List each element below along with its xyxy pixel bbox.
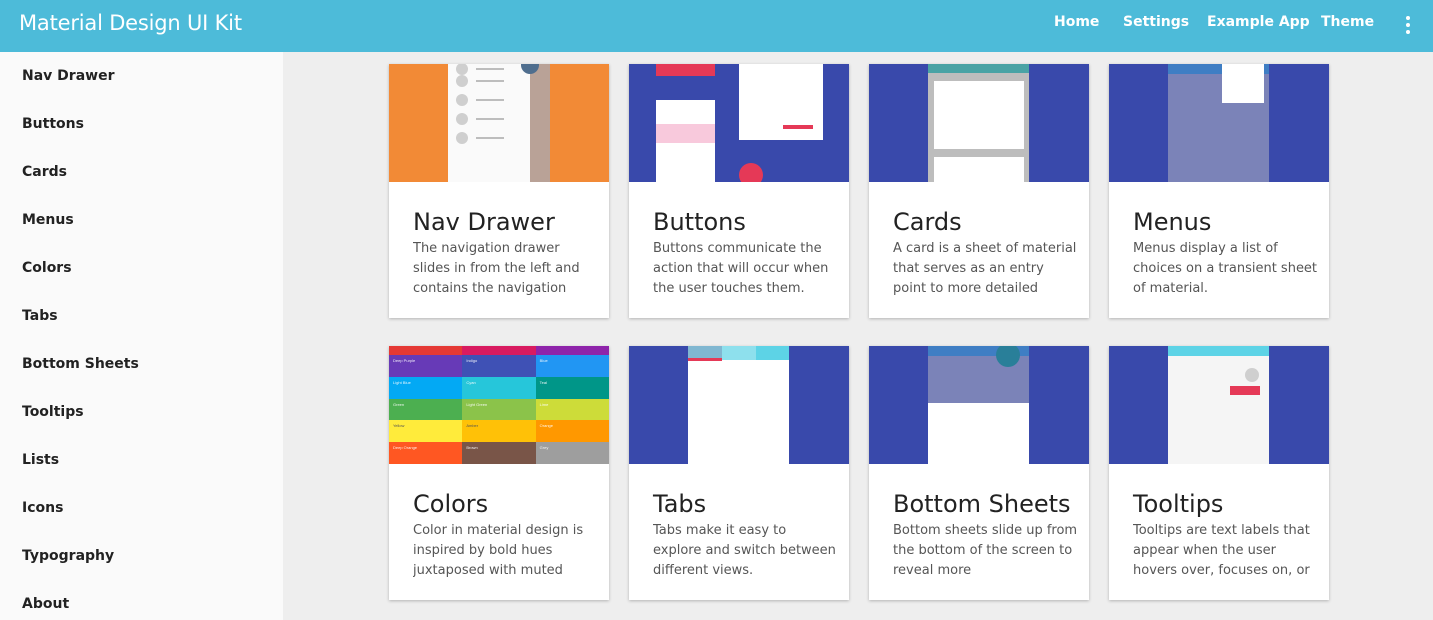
card-title: Colors [413, 490, 489, 518]
sidebar-item-menus[interactable]: Menus [22, 212, 74, 228]
swatch-label: Brown [462, 442, 536, 464]
card-buttons[interactable]: Buttons Buttons communicate the action t… [629, 64, 849, 318]
card-description: Color in material design is inspired by … [413, 523, 584, 578]
sidebar-item-bottom-sheets[interactable]: Bottom Sheets [22, 356, 139, 372]
sidebar-item-icons[interactable]: Icons [22, 500, 63, 516]
swatch-label: Lime [535, 398, 609, 421]
sidebar: Nav Drawer Buttons Cards Menus Colors Ta… [0, 52, 283, 620]
color-swatch-grid: Deep Purple Indigo Blue Light Blue Cyan … [389, 346, 609, 464]
tabs-illustration [629, 346, 849, 464]
swatch-label: Grey [535, 442, 609, 464]
swatch-label: Yellow [389, 420, 463, 443]
card-description: The navigation drawer slides in from the… [413, 241, 580, 296]
card-description: A card is a sheet of material that serve… [893, 241, 1077, 296]
swatch-label: Indigo [462, 355, 536, 377]
swatch-label: Light Green [462, 398, 536, 421]
menus-illustration [1109, 64, 1329, 182]
buttons-illustration [629, 64, 849, 182]
card-title: Tooltips [1133, 490, 1224, 518]
swatch-label: Teal [535, 376, 609, 399]
nav-settings[interactable]: Settings [1123, 14, 1189, 30]
card-tooltips[interactable]: Tooltips Tooltips are text labels that a… [1109, 346, 1329, 600]
sidebar-item-nav-drawer[interactable]: Nav Drawer [22, 68, 114, 84]
sidebar-item-about[interactable]: About [22, 596, 69, 612]
card-title: Buttons [653, 208, 746, 236]
sidebar-item-typography[interactable]: Typography [22, 548, 114, 564]
cards-illustration [869, 64, 1089, 182]
swatch-label: Orange [535, 420, 609, 443]
card-bottom-sheets[interactable]: Bottom Sheets Bottom sheets slide up fro… [869, 346, 1089, 600]
card-menus[interactable]: Menus Menus display a list of choices on… [1109, 64, 1329, 318]
swatch-label: Blue [535, 355, 609, 377]
swatch-label: Deep Purple [389, 355, 463, 377]
card-title: Bottom Sheets [893, 490, 1071, 518]
card-tabs[interactable]: Tabs Tabs make it easy to explore and sw… [629, 346, 849, 600]
nav-home[interactable]: Home [1054, 14, 1099, 30]
sidebar-item-cards[interactable]: Cards [22, 164, 67, 180]
sidebar-item-buttons[interactable]: Buttons [22, 116, 84, 132]
card-colors[interactable]: Deep Purple Indigo Blue Light Blue Cyan … [389, 346, 609, 600]
card-nav-drawer[interactable]: Nav Drawer The navigation drawer slides … [389, 64, 609, 318]
card-description: Bottom sheets slide up from the bottom o… [893, 523, 1078, 578]
nav-drawer-illustration [389, 64, 609, 182]
colors-illustration: Deep Purple Indigo Blue Light Blue Cyan … [389, 346, 609, 464]
more-vert-icon[interactable] [1401, 12, 1415, 38]
card-title: Tabs [653, 490, 707, 518]
app-title: Material Design UI Kit [19, 11, 242, 35]
bottom-sheets-illustration [869, 346, 1089, 464]
swatch-label: Green [389, 398, 463, 421]
card-title: Nav Drawer [413, 208, 555, 236]
app-bar: Material Design UI Kit Home Settings Exa… [0, 0, 1433, 52]
swatch-label: Deep Orange [389, 442, 463, 464]
swatch-label: Cyan [462, 376, 536, 399]
card-cards[interactable]: Cards A card is a sheet of material that… [869, 64, 1089, 318]
card-description: Tabs make it easy to explore and switch … [653, 523, 836, 578]
card-description: Tooltips are text labels that appear whe… [1133, 523, 1310, 578]
swatch-label: Light Blue [389, 376, 463, 399]
tooltips-illustration [1109, 346, 1329, 464]
sidebar-item-tabs[interactable]: Tabs [22, 308, 58, 324]
card-title: Menus [1133, 208, 1212, 236]
sidebar-item-lists[interactable]: Lists [22, 452, 59, 468]
sidebar-item-colors[interactable]: Colors [22, 260, 72, 276]
card-description: Menus display a list of choices on a tra… [1133, 241, 1318, 296]
card-title: Cards [893, 208, 962, 236]
sidebar-item-tooltips[interactable]: Tooltips [22, 404, 84, 420]
nav-theme[interactable]: Theme [1321, 14, 1374, 30]
card-description: Buttons communicate the action that will… [653, 241, 829, 296]
nav-example-app[interactable]: Example App [1207, 14, 1310, 30]
swatch-label: Amber [462, 420, 536, 443]
